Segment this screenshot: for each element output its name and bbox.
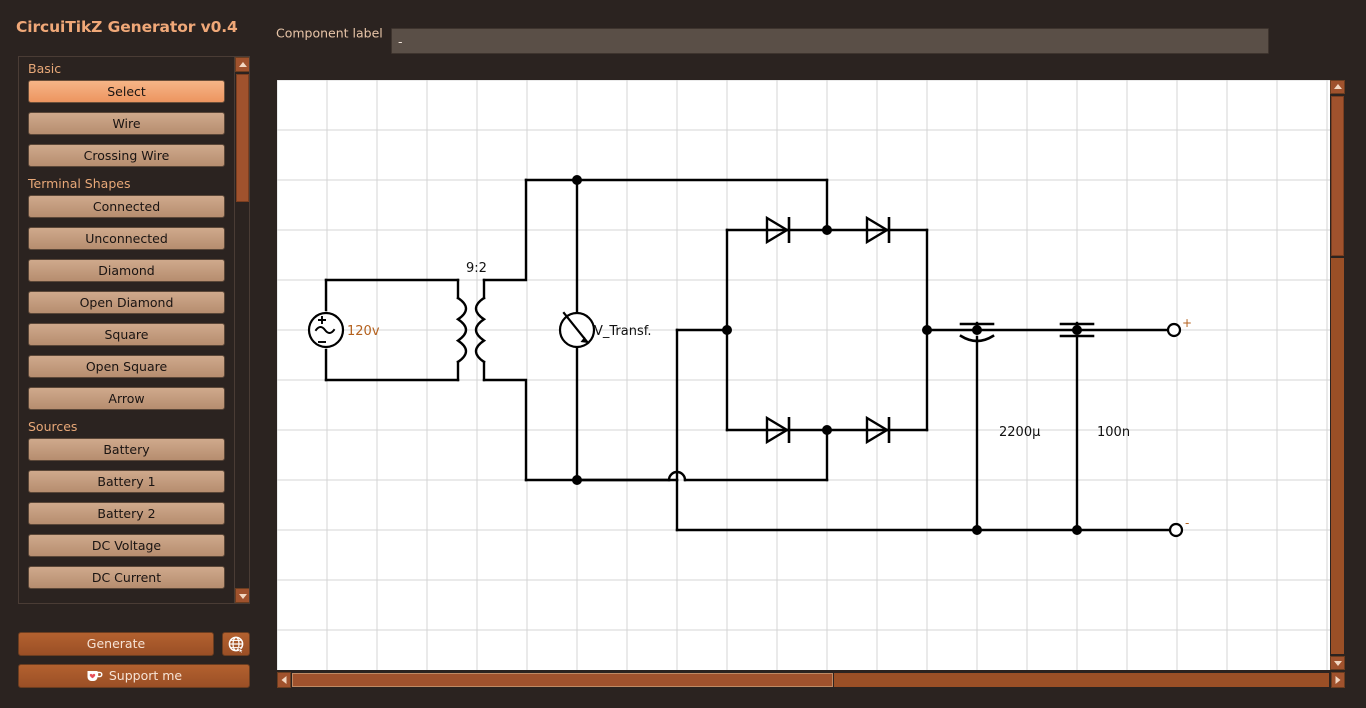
chevron-left-icon (281, 676, 287, 684)
palette-scrollbar-thumb[interactable] (236, 74, 249, 202)
palette-scrollbar[interactable] (234, 57, 249, 603)
palette-item-crossing-wire[interactable]: Crossing Wire (28, 144, 225, 167)
palette-item-dc-voltage[interactable]: DC Voltage (28, 534, 225, 557)
canvas-vertical-scrollbar[interactable] (1330, 80, 1345, 670)
wire-sec-top-up (482, 178, 528, 282)
support-me-label: Support me (108, 668, 183, 683)
palette-item-battery[interactable]: Battery (28, 438, 225, 461)
junction-dot (922, 325, 932, 335)
transformer-secondary-coil (474, 296, 487, 364)
canvas-scroll-left-button[interactable] (277, 672, 291, 688)
chevron-up-icon (1333, 84, 1342, 89)
palette-item-open-diamond[interactable]: Open Diamond (28, 291, 225, 314)
circuit-diagram: 120v 9:2 V_Transf. 2200µ 100n + - (307, 175, 1192, 538)
terminal-negative (1168, 522, 1184, 538)
diode-group (765, 215, 891, 445)
junction-dot (722, 325, 732, 335)
globe-icon (228, 636, 244, 653)
component-palette: Basic Select Wire Crossing Wire Terminal Sha… (18, 56, 250, 604)
chevron-down-icon (1333, 661, 1342, 666)
palette-item-battery-1[interactable]: Battery 1 (28, 470, 225, 493)
junction-dot (822, 225, 832, 235)
canvas-horizontal-scroll-track[interactable] (834, 673, 1329, 687)
palette-section-terminal-shapes: Terminal Shapes (28, 176, 131, 191)
chevron-right-icon (1335, 676, 1341, 684)
sidebar: CircuiTikZ Generator v0.4 Basic Select Wir… (0, 0, 268, 708)
palette-section-basic: Basic (28, 61, 62, 76)
palette-scroll-up-button[interactable] (235, 57, 249, 72)
palette-item-unconnected[interactable]: Unconnected (28, 227, 225, 250)
canvas-horizontal-scrollbar-thumb[interactable] (292, 673, 833, 687)
junction-dot (972, 325, 982, 335)
palette-item-arrow[interactable]: Arrow (28, 387, 225, 410)
coffee-heart-icon (87, 671, 103, 681)
junction-dot (1072, 525, 1082, 535)
component-label-input[interactable] (391, 28, 1269, 54)
generate-button[interactable]: Generate (18, 632, 214, 656)
label-meter: V_Transf. (594, 324, 652, 339)
label-terminal-plus: + (1182, 316, 1192, 330)
junction-dot (972, 525, 982, 535)
transformer-voltmeter-symbol (558, 311, 596, 349)
junction-dot (572, 475, 582, 485)
output-terminal-group (1166, 322, 1184, 538)
palette-item-battery-2[interactable]: Battery 2 (28, 502, 225, 525)
terminal-positive (1166, 322, 1182, 338)
palette-list: Basic Select Wire Crossing Wire Terminal Sha… (19, 57, 234, 603)
palette-item-wire[interactable]: Wire (28, 112, 225, 135)
label-source: 120v (347, 324, 380, 339)
canvas-scroll-down-button[interactable] (1330, 656, 1345, 670)
canvas-vertical-scrollbar-thumb[interactable] (1331, 96, 1344, 256)
transformer-primary-coil (455, 296, 468, 364)
junction-dot (572, 175, 582, 185)
junction-dot (822, 425, 832, 435)
canvas-scroll-up-button[interactable] (1330, 80, 1345, 94)
circuit-canvas[interactable]: 120v 9:2 V_Transf. 2200µ 100n + - (277, 80, 1337, 670)
palette-item-open-square[interactable]: Open Square (28, 355, 225, 378)
chevron-up-icon (238, 61, 247, 67)
page-title: CircuiTikZ Generator v0.4 (16, 18, 238, 36)
label-cap2: 100n (1097, 425, 1130, 440)
palette-item-dc-current[interactable]: DC Current (28, 566, 225, 589)
label-transformer-ratio: 9:2 (466, 261, 487, 276)
palette-item-diamond[interactable]: Diamond (28, 259, 225, 282)
component-label-caption: Component label (276, 25, 383, 41)
canvas-horizontal-scrollbar[interactable] (277, 672, 1345, 688)
label-cap1: 2200µ (999, 425, 1040, 440)
palette-scroll-down-button[interactable] (235, 588, 249, 603)
junction-dot (1072, 325, 1082, 335)
palette-item-select[interactable]: Select (28, 80, 225, 103)
palette-section-sources: Sources (28, 419, 78, 434)
canvas-vertical-scroll-track[interactable] (1331, 258, 1344, 654)
top-toolbar: Component label (268, 0, 1366, 68)
canvas-scroll-right-button[interactable] (1331, 672, 1345, 688)
application-window: CircuiTikZ Generator v0.4 Basic Select Wir… (0, 0, 1366, 708)
support-me-button[interactable]: Support me (18, 664, 250, 688)
palette-item-connected[interactable]: Connected (28, 195, 225, 218)
chevron-down-icon (238, 593, 247, 599)
open-in-web-button[interactable] (222, 632, 250, 656)
label-terminal-minus: - (1185, 516, 1189, 530)
wire-sec-bottom-down (482, 378, 528, 482)
generate-row: Generate (18, 632, 250, 656)
palette-item-square[interactable]: Square (28, 323, 225, 346)
ac-voltage-source-symbol (307, 311, 345, 349)
